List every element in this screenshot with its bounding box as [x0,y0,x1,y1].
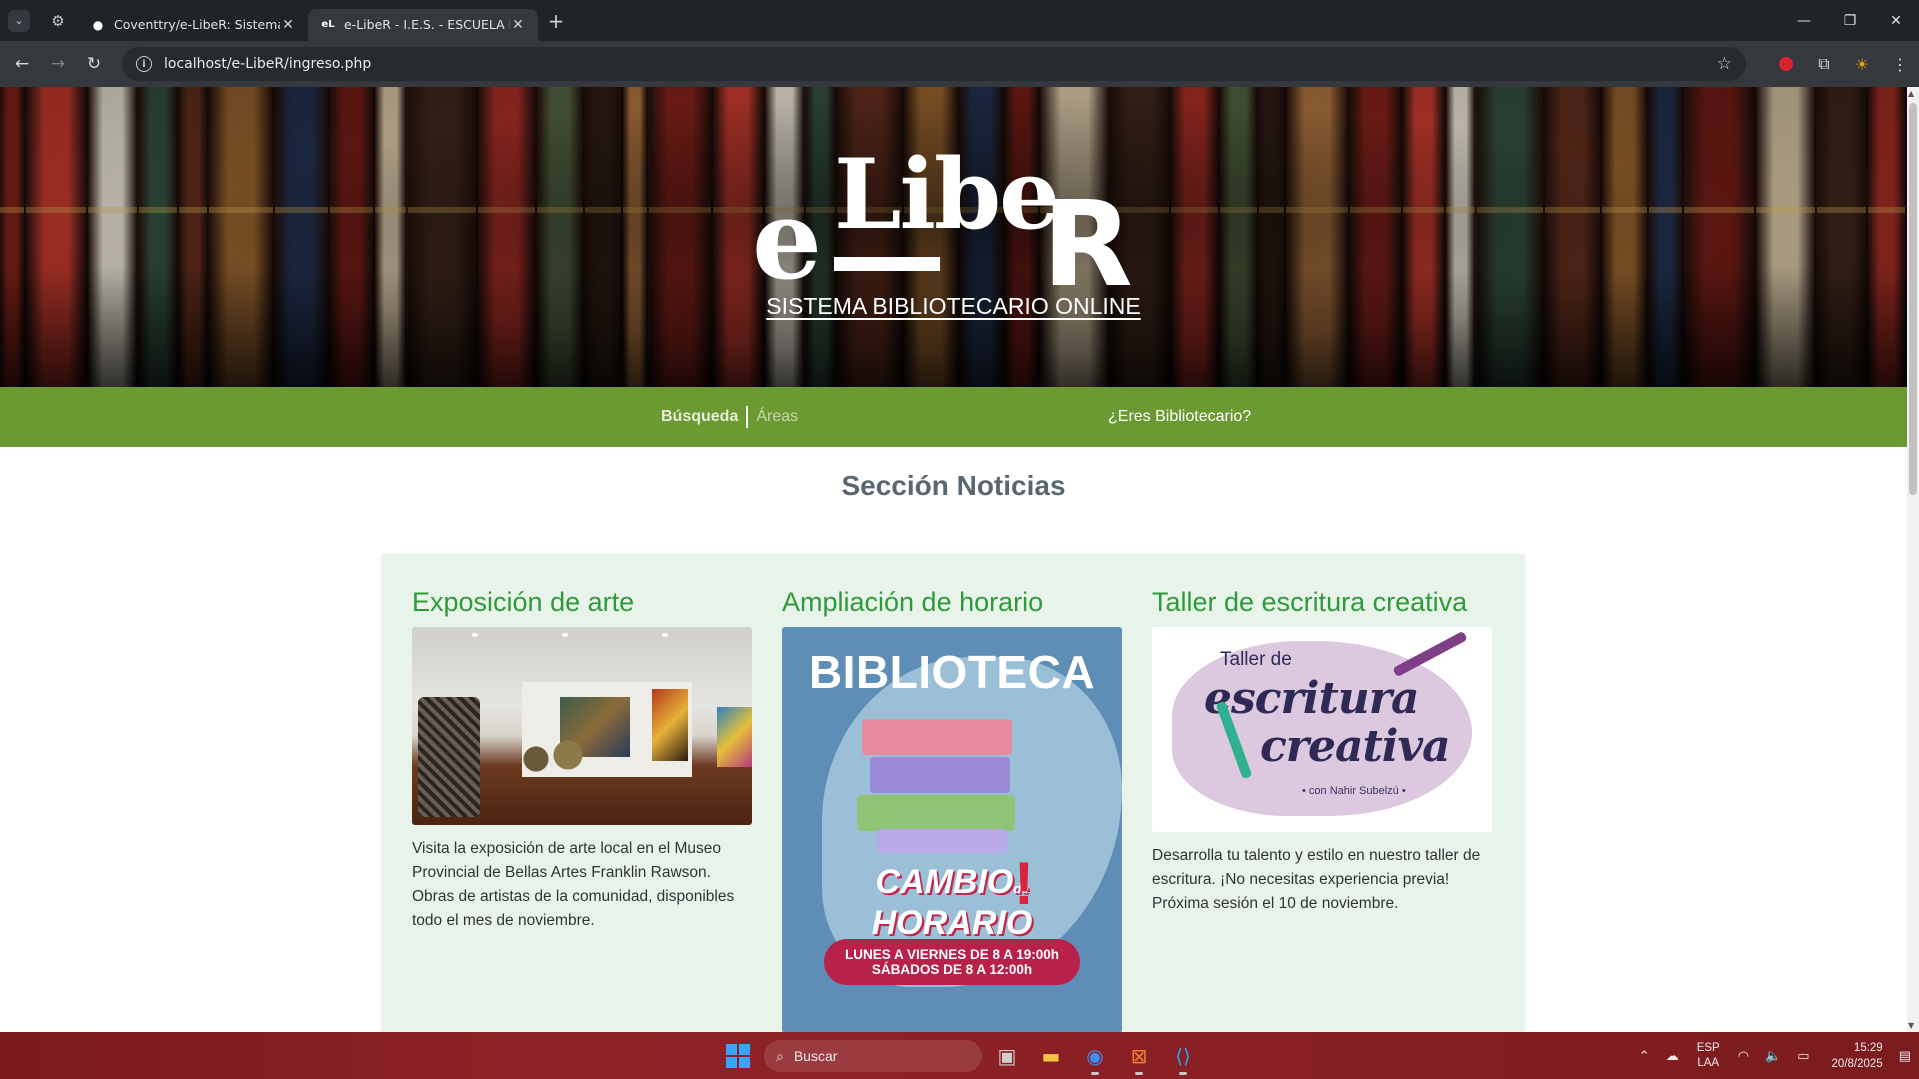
bookmark-star-icon[interactable]: ☆ [1717,54,1732,74]
new-tab-button[interactable]: + [538,9,574,33]
volume-icon[interactable]: 🔈 [1765,1048,1781,1064]
url-bar[interactable]: i localhost/e-LibeR/ingreso.php ☆ [122,47,1746,81]
file-explorer-icon[interactable]: ▬ [1036,1041,1066,1071]
window-controls: — ❐ ✕ [1781,0,1919,41]
scroll-down-icon[interactable]: ▼ [1908,1021,1914,1030]
onedrive-cloud-icon[interactable]: ☁ [1666,1048,1679,1064]
web-page: e Libe R SISTEMA BIBLIOTECARIO ONLINE Bú… [0,87,1907,1032]
xampp-icon[interactable]: ⊠ [1124,1041,1154,1075]
github-icon: ● [92,17,104,32]
section-title: Sección Noticias [841,470,1066,501]
main-nav: Búsqueda Áreas ¿Eres Bibliotecario? [0,387,1907,447]
language-indicator[interactable]: ESP LAA [1697,1041,1720,1071]
hero-banner: e Libe R SISTEMA BIBLIOTECARIO ONLINE [0,87,1907,387]
nav-areas-link[interactable]: Áreas [756,408,798,426]
tab-title: Coventtry/e-LibeR: Sistema de [114,17,280,32]
battery-icon[interactable]: ▭ [1797,1048,1809,1064]
news-title: Ampliación de horario [782,587,1044,617]
chrome-icon[interactable]: ◉ [1080,1041,1110,1075]
close-window-icon[interactable]: ✕ [1873,0,1919,41]
blocker-extension-icon[interactable] [1779,57,1793,71]
news-panel: Exposición de arte Visita la exposición … [382,554,1524,1032]
eliber-favicon-icon: eL [321,19,335,30]
scrollbar-thumb[interactable] [1909,103,1917,495]
reload-icon[interactable]: ↻ [76,54,112,74]
site-info-icon[interactable]: i [136,56,152,72]
art-exhibition-image [412,627,752,825]
close-icon[interactable]: ✕ [510,17,526,33]
tab-search-button[interactable]: ⌄ [0,6,38,36]
address-toolbar: ← → ↻ i localhost/e-LibeR/ingreso.php ☆ … [0,41,1919,87]
eliber-logo[interactable]: e Libe R [752,147,1152,304]
browser-tab-bar: ⌄ ⚙ ● Coventtry/e-LibeR: Sistema de ✕ eL… [0,0,1919,41]
windows-taskbar: ⌕ Buscar ▣ ▬ ◉ ⊠ ⟨⟩ ⌃ ☁ ESP LAA ◠ 🔈 ▭ 15… [0,1032,1919,1079]
scroll-up-icon[interactable]: ▲ [1908,89,1914,98]
news-body: Visita la exposición de arte local en el… [412,840,735,929]
forward-icon[interactable]: → [40,54,76,74]
nav-bibliotecario-link[interactable]: ¿Eres Bibliotecario? [1108,408,1251,426]
vscode-icon[interactable]: ⟨⟩ [1168,1041,1198,1075]
restore-icon[interactable]: ❐ [1827,0,1873,41]
news-title: Exposición de arte [412,587,635,617]
windows-start-icon[interactable] [726,1044,750,1068]
system-tray: ⌃ ☁ ESP LAA ◠ 🔈 ▭ 15:29 20/8/2025 ▤ [1631,1032,1919,1079]
site-subtitle: SISTEMA BIBLIOTECARIO ONLINE [766,293,1141,319]
back-icon[interactable]: ← [4,54,40,74]
chevron-down-icon: ⌄ [8,9,30,32]
close-icon[interactable]: ✕ [280,17,296,33]
clock[interactable]: 15:29 20/8/2025 [1832,1040,1883,1072]
menu-kebab-icon[interactable]: ⋮ [1881,55,1919,74]
nav-separator [746,406,749,428]
tab-eliber[interactable]: eL e-LibeR - I.E.S. - ESCUELA NOR ✕ [308,8,538,41]
notification-icon[interactable]: ▤ [1899,1048,1911,1064]
minimize-icon[interactable]: — [1781,0,1827,41]
url-text[interactable]: localhost/e-LibeR/ingreso.php [164,56,371,72]
tab-github[interactable]: ● Coventtry/e-LibeR: Sistema de ✕ [78,9,308,41]
profile-avatar-icon[interactable]: ☀ [1843,55,1881,74]
ai-mode-icon[interactable]: ⚙ [38,12,78,30]
extensions-area: ⧉ ☀ ⋮ [1767,41,1919,87]
page-scrollbar[interactable]: ▲ ▼ [1907,87,1919,1032]
news-title: Taller de escritura creativa [1152,587,1468,617]
taskbar-search[interactable]: ⌕ Buscar [764,1040,982,1072]
task-view-icon[interactable]: ▣ [992,1041,1022,1071]
wifi-icon[interactable]: ◠ [1738,1048,1749,1064]
search-icon: ⌕ [776,1047,784,1064]
extensions-puzzle-icon[interactable]: ⧉ [1805,54,1843,74]
news-body: Desarrolla tu talento y estilo en nuestr… [1152,847,1481,912]
chevron-up-icon[interactable]: ⌃ [1639,1048,1650,1064]
taller-image: Taller de escritura creativa • con Nahir… [1152,627,1492,832]
tab-title: e-LibeR - I.E.S. - ESCUELA NOR [344,17,510,32]
horario-poster-image: BIBLIOTECA CAMBIOde HORARIO ! LUNES A VI… [782,627,1122,1032]
nav-busqueda-link[interactable]: Búsqueda [661,408,738,426]
